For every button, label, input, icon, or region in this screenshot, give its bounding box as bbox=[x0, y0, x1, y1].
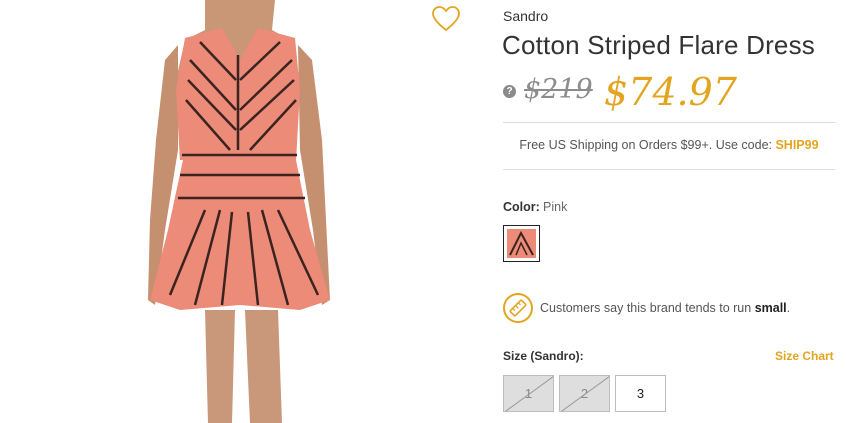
swatch-image bbox=[507, 229, 536, 258]
shipping-text: Free US Shipping on Orders $99+. Use cod… bbox=[519, 138, 776, 152]
sale-price: $74.97 bbox=[604, 70, 737, 114]
product-title: Cotton Striped Flare Dress bbox=[502, 30, 815, 60]
size-label: Size (Sandro): bbox=[503, 349, 584, 363]
favorite-heart-icon[interactable] bbox=[431, 5, 461, 33]
ruler-icon bbox=[503, 293, 533, 323]
color-label: Color: bbox=[503, 200, 540, 214]
divider bbox=[503, 122, 835, 123]
brand-name[interactable]: Sandro bbox=[503, 8, 548, 24]
size-chart-link[interactable]: Size Chart bbox=[775, 349, 834, 363]
fit-note-emphasis: small bbox=[754, 301, 787, 315]
original-price: $219 bbox=[524, 74, 593, 105]
product-image[interactable] bbox=[0, 0, 480, 423]
question-circle-icon[interactable]: ? bbox=[503, 85, 516, 98]
fit-note: Customers say this brand tends to run sm… bbox=[540, 301, 790, 315]
fit-note-prefix: Customers say this brand tends to run bbox=[540, 301, 755, 315]
divider bbox=[503, 169, 835, 170]
color-swatch-pink[interactable] bbox=[503, 225, 540, 262]
size-option-3[interactable]: 3 bbox=[615, 375, 666, 412]
size-option-2[interactable]: 2 bbox=[559, 375, 610, 412]
shipping-promo: Free US Shipping on Orders $99+. Use cod… bbox=[503, 138, 835, 152]
promo-code: SHIP99 bbox=[775, 138, 819, 152]
fit-note-suffix: . bbox=[786, 301, 791, 315]
color-value: Pink bbox=[543, 200, 568, 214]
size-option-1[interactable]: 1 bbox=[503, 375, 554, 412]
dress-model-illustration bbox=[148, 0, 330, 423]
